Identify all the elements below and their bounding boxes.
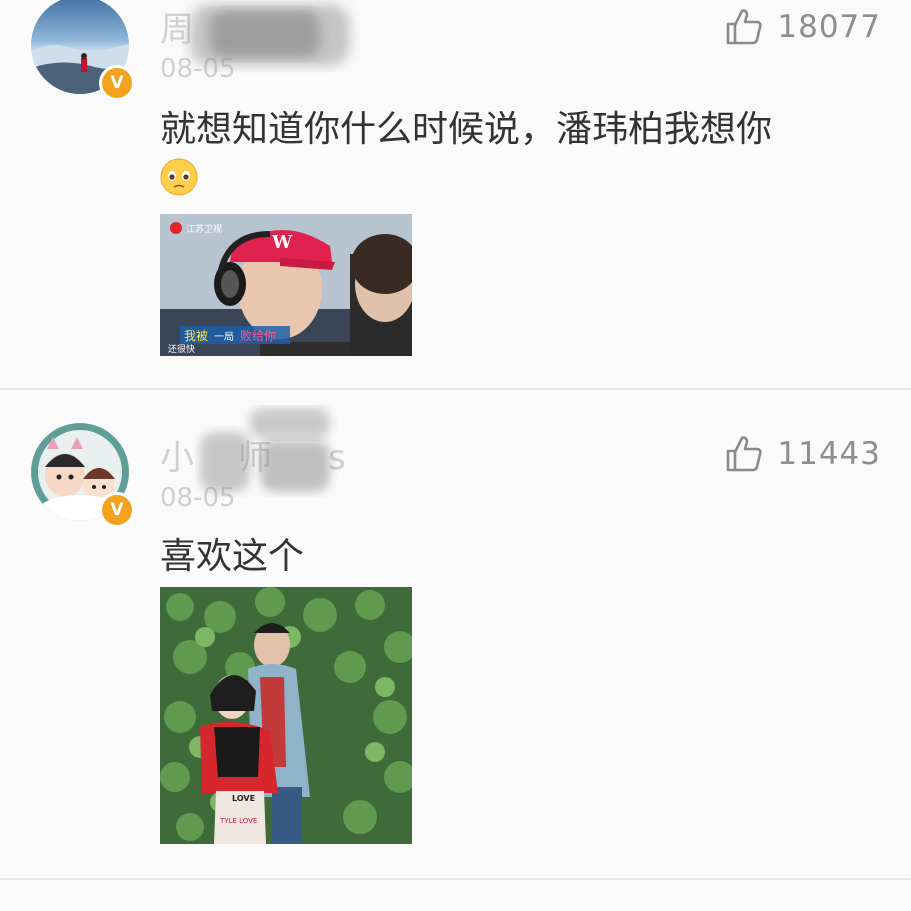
comment-image[interactable]: LOVE TYLE LOVE [160,587,412,844]
verified-badge-icon: V [99,492,135,528]
station-logo: 江苏卫视 [186,223,222,235]
like-button[interactable]: 18077 [725,8,881,46]
svg-text:W: W [271,232,293,253]
redaction-smudge [200,408,330,492]
comment-image[interactable]: W 我被 一局 败给你 还很快 江苏卫视 [160,214,412,356]
pleading-face-icon [160,158,198,196]
divider [0,878,911,880]
comment-text: 喜欢这个 [160,536,305,577]
video-caption: 一局 [214,331,234,343]
comment-item: V 小师s 08-05 11443 喜欢这个 LOVE TYLE LOVE [0,390,911,880]
like-button[interactable]: 11443 [725,435,881,473]
thumbs-up-icon [727,9,763,45]
like-count: 11443 [777,436,881,472]
video-caption: 败给你 [240,328,276,343]
redaction-smudge [190,4,350,66]
video-corner-text: 还很快 [168,343,195,355]
video-caption: 我被 [184,329,208,343]
comment-item: V 周 08-05 18077 就想知道你什么时候说，潘玮柏我想你 W 我被 一… [0,0,911,388]
shirt-text: TYLE LOVE [219,817,257,825]
thumbs-up-icon [727,436,763,472]
like-count: 18077 [777,9,881,45]
comment-text: 就想知道你什么时候说，潘玮柏我想你 [160,109,773,150]
verified-badge-icon: V [99,65,135,101]
shirt-text: LOVE [232,794,255,803]
